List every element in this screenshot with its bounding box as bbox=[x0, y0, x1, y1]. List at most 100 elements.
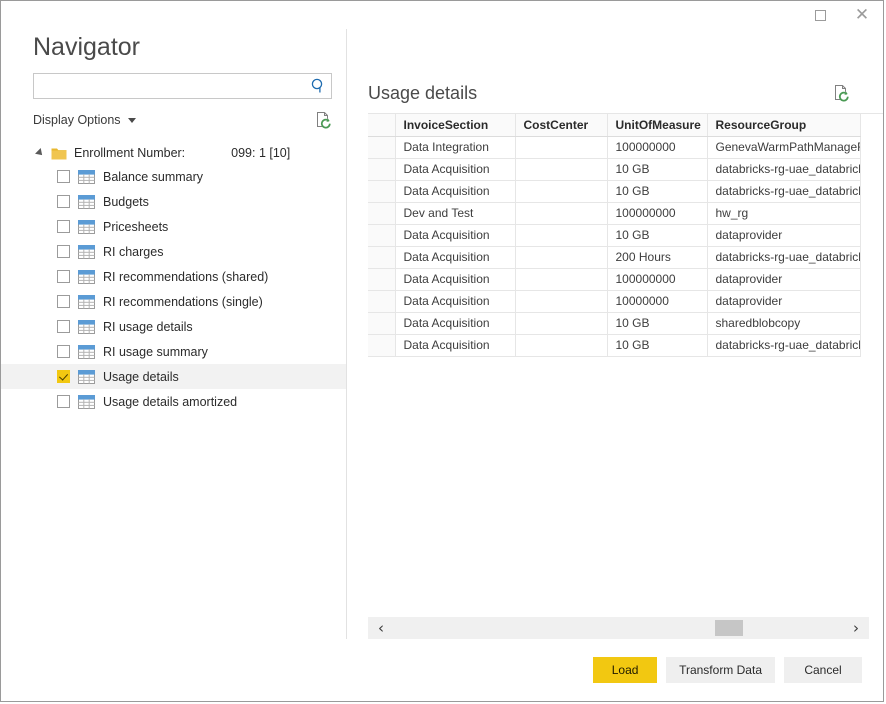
tree-item-checkbox[interactable] bbox=[57, 370, 70, 383]
table-row[interactable]: Data Acquisition10 GBdataprovider bbox=[368, 225, 860, 247]
display-options-button[interactable]: Display Options bbox=[33, 113, 136, 127]
tree-item[interactable]: RI charges bbox=[1, 239, 346, 264]
table-icon bbox=[78, 220, 95, 234]
tree-item-checkbox[interactable] bbox=[57, 245, 70, 258]
load-button[interactable]: Load bbox=[593, 657, 657, 683]
table-row[interactable]: Data Integration 100000000GenevaWarmPathM… bbox=[368, 137, 860, 159]
display-options-label: Display Options bbox=[33, 113, 121, 127]
scroll-right-arrow-icon[interactable]: › bbox=[843, 617, 869, 639]
transform-data-button[interactable]: Transform Data bbox=[666, 657, 775, 683]
table-cell: GenevaWarmPathManageRG bbox=[707, 137, 860, 159]
table-cell: 100000000 bbox=[607, 203, 707, 225]
preview-table: InvoiceSection CostCenter UnitOfMeasure … bbox=[368, 114, 861, 357]
table-icon bbox=[78, 395, 95, 409]
row-selector-cell[interactable] bbox=[368, 203, 395, 225]
tree-item-checkbox[interactable] bbox=[57, 395, 70, 408]
table-row[interactable]: Dev and Test 100000000hw_rg bbox=[368, 203, 860, 225]
table-cell: 200 Hours bbox=[607, 247, 707, 269]
tree-item[interactable]: Usage details bbox=[1, 364, 346, 389]
row-selector-cell[interactable] bbox=[368, 181, 395, 203]
table-cell: Dev and Test bbox=[395, 203, 515, 225]
tree-item[interactable]: Balance summary bbox=[1, 164, 346, 189]
tree-item[interactable]: Pricesheets bbox=[1, 214, 346, 239]
tree-item[interactable]: Budgets bbox=[1, 189, 346, 214]
table-row[interactable]: Data Acquisition200 Hoursdatabricks-rg-u… bbox=[368, 247, 860, 269]
table-cell: Data Integration bbox=[395, 137, 515, 159]
tree-item-checkbox[interactable] bbox=[57, 320, 70, 333]
row-selector-cell[interactable] bbox=[368, 291, 395, 313]
table-cell: databricks-rg-uae_databricks- bbox=[707, 181, 860, 203]
column-header-invoicesection[interactable]: InvoiceSection bbox=[395, 114, 515, 137]
tree-item-label: Budgets bbox=[103, 195, 149, 209]
tree-item-label: Balance summary bbox=[103, 170, 203, 184]
column-header-select[interactable] bbox=[368, 114, 395, 137]
tree-item[interactable]: RI usage summary bbox=[1, 339, 346, 364]
preview-pane: Usage details bbox=[347, 73, 883, 639]
table-cell: Data Acquisition bbox=[395, 181, 515, 203]
tree-item-label: Usage details bbox=[103, 370, 179, 384]
enrollment-suffix: 099: 1 [10] bbox=[231, 146, 290, 160]
page-title: Navigator bbox=[1, 29, 883, 73]
expander-icon[interactable] bbox=[35, 148, 45, 158]
restore-window-button[interactable] bbox=[799, 1, 841, 29]
table-row[interactable]: Data Acquisition10 GBsharedblobcopy bbox=[368, 313, 860, 335]
table-cell: databricks-rg-uae_databricks- bbox=[707, 335, 860, 357]
scroll-left-arrow-icon[interactable]: ‹ bbox=[368, 617, 394, 639]
table-cell bbox=[515, 159, 607, 181]
table-row[interactable]: Data Acquisition10 GBdatabricks-rg-uae_d… bbox=[368, 159, 860, 181]
refresh-preview-icon[interactable] bbox=[833, 84, 850, 102]
table-cell: 100000000 bbox=[607, 137, 707, 159]
table-cell: databricks-rg-uae_databricks- bbox=[707, 159, 860, 181]
table-cell: dataprovider bbox=[707, 225, 860, 247]
scrollbar-thumb[interactable] bbox=[715, 620, 743, 636]
column-header-resourcegroup[interactable]: ResourceGroup bbox=[707, 114, 860, 137]
tree-item-checkbox[interactable] bbox=[57, 220, 70, 233]
tree-item-checkbox[interactable] bbox=[57, 270, 70, 283]
column-header-costcenter[interactable]: CostCenter bbox=[515, 114, 607, 137]
row-selector-cell[interactable] bbox=[368, 269, 395, 291]
table-cell: 10 GB bbox=[607, 225, 707, 247]
table-icon bbox=[78, 270, 95, 284]
tree-item-label: Usage details amortized bbox=[103, 395, 237, 409]
table-cell: dataprovider bbox=[707, 291, 860, 313]
table-icon bbox=[78, 345, 95, 359]
horizontal-scrollbar[interactable]: ‹ › bbox=[368, 617, 869, 639]
table-cell bbox=[515, 247, 607, 269]
tree-item-checkbox[interactable] bbox=[57, 345, 70, 358]
close-window-button[interactable]: ✕ bbox=[841, 1, 883, 29]
row-selector-cell[interactable] bbox=[368, 313, 395, 335]
search-input[interactable] bbox=[33, 73, 332, 99]
cancel-button[interactable]: Cancel bbox=[784, 657, 862, 683]
preview-title: Usage details bbox=[368, 83, 477, 104]
tree-root-enrollment[interactable]: Enrollment Number: 099: 1 [10] bbox=[1, 142, 346, 164]
column-header-unitofmeasure[interactable]: UnitOfMeasure bbox=[607, 114, 707, 137]
tree-item[interactable]: RI recommendations (single) bbox=[1, 289, 346, 314]
table-row[interactable]: Data Acquisition10 GBdatabricks-rg-uae_d… bbox=[368, 181, 860, 203]
table-row[interactable]: Data Acquisition10000000dataprovider bbox=[368, 291, 860, 313]
row-selector-cell[interactable] bbox=[368, 225, 395, 247]
scrollbar-track[interactable] bbox=[394, 617, 843, 639]
table-cell: Data Acquisition bbox=[395, 247, 515, 269]
table-row[interactable]: Data Acquisition100000000dataprovider bbox=[368, 269, 860, 291]
tree-item-label: RI charges bbox=[103, 245, 163, 259]
tree-item-checkbox[interactable] bbox=[57, 295, 70, 308]
tree-item-checkbox[interactable] bbox=[57, 195, 70, 208]
dialog-body: Display Options bbox=[1, 73, 883, 639]
table-cell: 10000000 bbox=[607, 291, 707, 313]
tree-item[interactable]: Usage details amortized bbox=[1, 389, 346, 414]
row-selector-cell[interactable] bbox=[368, 137, 395, 159]
row-selector-cell[interactable] bbox=[368, 247, 395, 269]
tree-item[interactable]: RI recommendations (shared) bbox=[1, 264, 346, 289]
table-icon bbox=[78, 195, 95, 209]
row-selector-cell[interactable] bbox=[368, 159, 395, 181]
folder-icon bbox=[51, 147, 67, 160]
refresh-icon[interactable] bbox=[315, 111, 332, 129]
row-selector-cell[interactable] bbox=[368, 335, 395, 357]
tree-item-list: Balance summary Budgets Pricesheets RI char… bbox=[1, 164, 346, 414]
table-cell: hw_rg bbox=[707, 203, 860, 225]
tree-item-checkbox[interactable] bbox=[57, 170, 70, 183]
table-cell: Data Acquisition bbox=[395, 313, 515, 335]
table-icon bbox=[78, 295, 95, 309]
table-row[interactable]: Data Acquisition10 GBdatabricks-rg-uae_d… bbox=[368, 335, 860, 357]
tree-item[interactable]: RI usage details bbox=[1, 314, 346, 339]
